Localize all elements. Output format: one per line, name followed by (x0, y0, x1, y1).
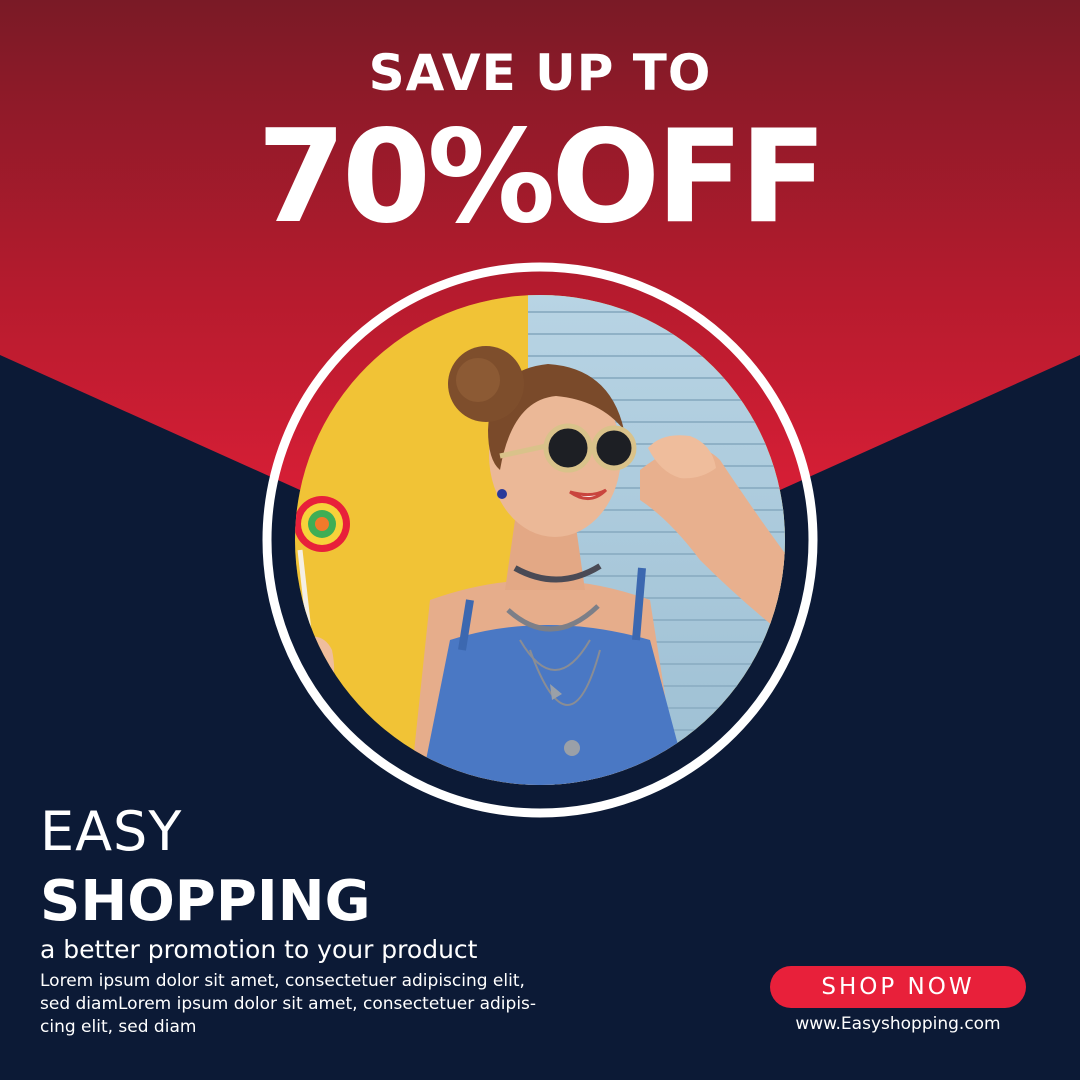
brand-line-shopping: SHOPPING (40, 869, 371, 934)
body-copy: Lorem ipsum dolor sit amet, consectetuer… (40, 970, 560, 1039)
website-link[interactable]: www.Easyshopping.com (770, 1014, 1026, 1034)
body-line: Lorem ipsum dolor sit amet, consectetuer… (40, 971, 525, 991)
save-up-to-heading: SAVE UP TO (368, 44, 712, 102)
brand-line-easy: EASY (40, 800, 183, 863)
tagline: a better promotion to your product (40, 935, 478, 964)
discount-heading: 70%OFF (256, 103, 827, 252)
body-line: cing elit, sed diam (40, 1017, 197, 1037)
promo-poster: SAVE UP TO 70%OFF EASY SHOPPING a better… (0, 0, 1080, 1080)
body-line: sed diamLorem ipsum dolor sit amet, cons… (40, 994, 537, 1014)
shop-now-button[interactable]: SHOP NOW (770, 966, 1026, 1008)
